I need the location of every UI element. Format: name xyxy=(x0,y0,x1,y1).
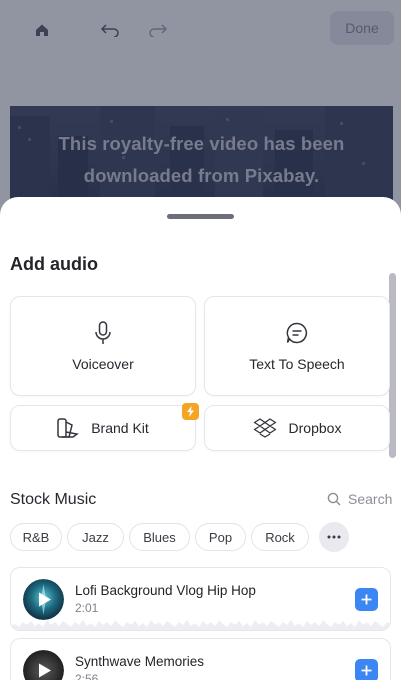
waveform xyxy=(11,620,390,630)
track-title: Synthwave Memories xyxy=(75,654,205,669)
add-track-button[interactable] xyxy=(355,588,378,611)
sheet-drag-handle[interactable] xyxy=(167,214,234,219)
track-row[interactable]: Synthwave Memories 2:56 xyxy=(10,638,391,680)
track-artwork[interactable] xyxy=(23,650,64,680)
genre-chip-pop[interactable]: Pop xyxy=(195,523,246,551)
track-row[interactable]: Lofi Background Vlog Hip Hop 2:01 xyxy=(10,567,391,631)
scrollbar[interactable] xyxy=(389,273,396,458)
speech-bubble-icon xyxy=(285,320,309,346)
more-dots-icon[interactable] xyxy=(319,522,349,552)
dropbox-icon xyxy=(253,418,277,438)
music-search-button[interactable]: Search xyxy=(327,491,392,507)
brand-kit-option[interactable]: Brand Kit xyxy=(10,405,196,451)
option-label: Brand Kit xyxy=(91,420,149,436)
sheet-title: Add audio xyxy=(10,254,98,274)
microphone-icon xyxy=(94,320,112,346)
genre-chip-rnb[interactable]: R&B xyxy=(10,523,62,551)
lightning-icon xyxy=(182,403,199,420)
track-duration: 2:01 xyxy=(75,601,99,615)
genre-chip-jazz[interactable]: Jazz xyxy=(67,523,124,551)
track-title: Lofi Background Vlog Hip Hop xyxy=(75,583,256,598)
dropbox-option[interactable]: Dropbox xyxy=(204,405,390,451)
brand-kit-icon xyxy=(57,418,80,438)
option-label: Voiceover xyxy=(72,356,134,372)
genre-chip-rock[interactable]: Rock xyxy=(251,523,309,551)
option-label: Dropbox xyxy=(288,420,342,436)
genre-chip-blues[interactable]: Blues xyxy=(129,523,190,551)
track-duration: 2:56 xyxy=(75,672,99,680)
search-icon xyxy=(327,492,341,506)
track-artwork[interactable] xyxy=(23,579,64,620)
text-to-speech-option[interactable]: Text To Speech xyxy=(204,296,390,396)
search-label: Search xyxy=(348,491,393,507)
option-label: Text To Speech xyxy=(249,356,345,372)
add-audio-sheet: Add audio Voiceover Text To Speech Brand… xyxy=(0,197,401,680)
add-track-button[interactable] xyxy=(355,659,378,680)
stock-music-title: Stock Music xyxy=(10,491,97,508)
voiceover-option[interactable]: Voiceover xyxy=(10,296,196,396)
